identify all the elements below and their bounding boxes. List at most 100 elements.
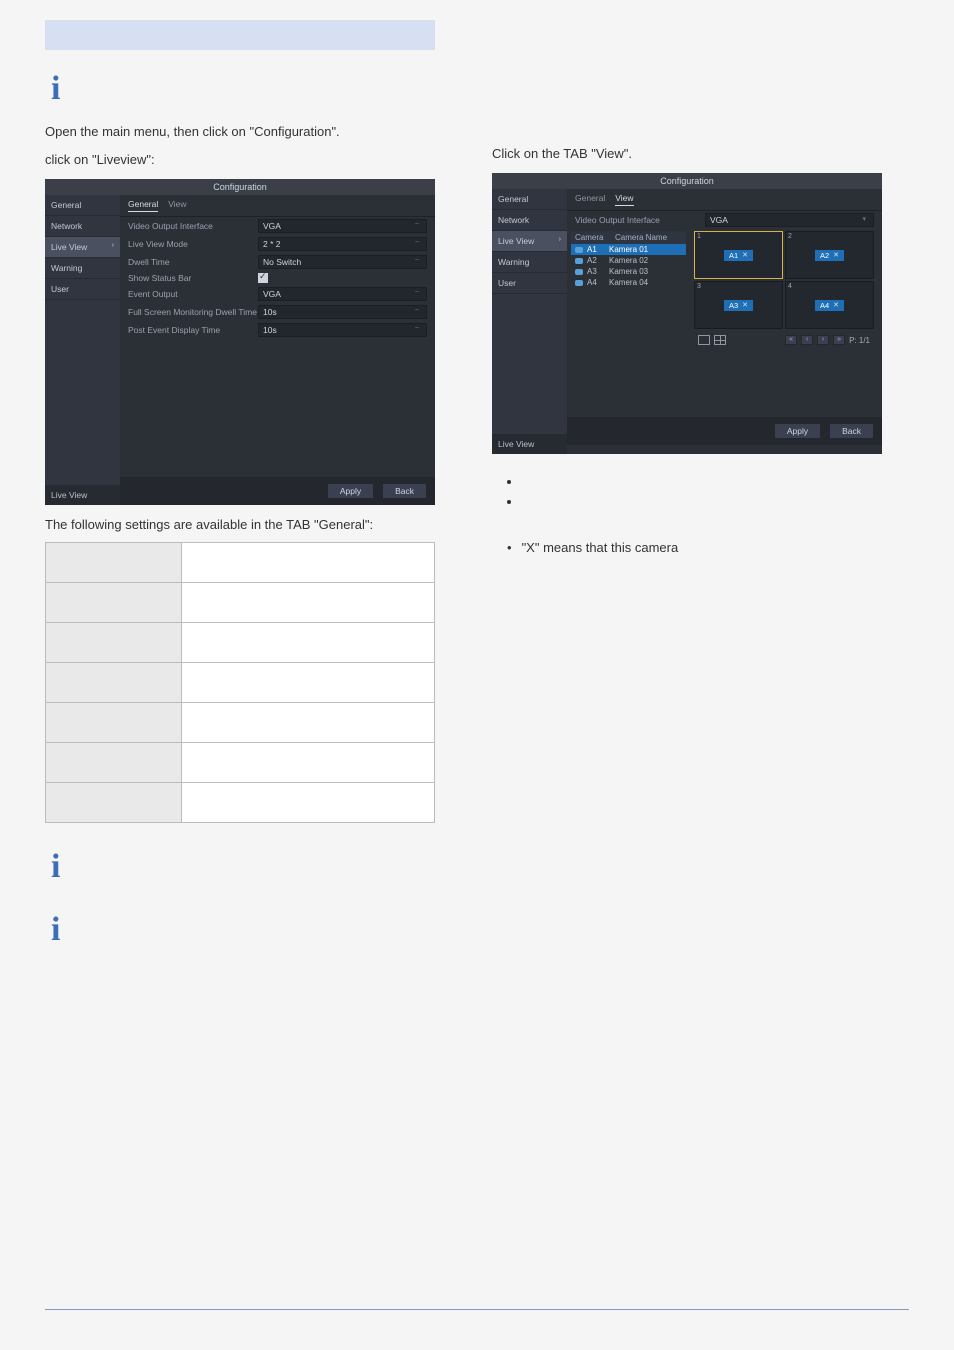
config-form-row: Live View Mode2 * 2~ xyxy=(120,235,435,253)
dropdown-icon: ~ xyxy=(415,325,422,332)
table-row xyxy=(46,663,435,703)
chevron-right-icon: › xyxy=(112,242,114,249)
dropdown-icon: ~ xyxy=(415,257,422,264)
cell-number: 4 xyxy=(788,283,792,290)
setting-desc-cell xyxy=(182,783,435,823)
sidebar-item-network[interactable]: Network xyxy=(492,210,567,231)
config-form-row: Full Screen Monitoring Dwell Time10s~ xyxy=(120,303,435,321)
cell-chip[interactable]: A2✕ xyxy=(815,250,844,261)
x-means-text: "X" means that this camera xyxy=(522,540,679,555)
config-form-value[interactable]: 10s~ xyxy=(258,305,427,319)
camera-name: Kamera 01 xyxy=(609,245,648,254)
config-form-label: Post Event Display Time xyxy=(128,325,258,335)
sidebar-item-label: Live View xyxy=(51,242,87,252)
dropdown-icon: ~ xyxy=(415,239,422,246)
apply-button[interactable]: Apply xyxy=(774,423,821,439)
dropdown-icon: ~ xyxy=(415,307,422,314)
apply-button[interactable]: Apply xyxy=(327,483,374,499)
bullet-list xyxy=(492,474,909,510)
sidebar-item-user[interactable]: User xyxy=(492,273,567,294)
following-text: The following settings are available in … xyxy=(45,517,462,532)
tab-general[interactable]: General xyxy=(128,199,158,212)
config-form-label: Video Output Interface xyxy=(128,221,258,231)
intro-line-2: click on "Liveview": xyxy=(45,151,462,169)
tab-view[interactable]: View xyxy=(615,193,633,206)
sidebar-item-general[interactable]: General xyxy=(492,189,567,210)
sidebar-item-warning[interactable]: Warning xyxy=(492,252,567,273)
configuration-panel-general: Configuration General Network Live View … xyxy=(45,179,435,505)
config-form-value[interactable]: 10s~ xyxy=(258,323,427,337)
voi-value: VGA xyxy=(710,215,728,225)
bullet-icon: • xyxy=(507,540,512,555)
grid-cell-1[interactable]: 1 A1✕ xyxy=(694,231,783,279)
sidebar-item-user[interactable]: User xyxy=(45,279,120,300)
camera-list: Camera Camera Name A1Kamera 01A2Kamera 0… xyxy=(571,231,686,345)
camera-list-item[interactable]: A4Kamera 04 xyxy=(571,277,686,288)
sidebar-bottom-label: Live View xyxy=(492,434,567,454)
config-form-value[interactable]: VGA~ xyxy=(258,219,427,233)
bullet-item xyxy=(522,494,909,510)
table-row xyxy=(46,703,435,743)
remove-icon[interactable]: ✕ xyxy=(833,301,839,309)
tab-view[interactable]: View xyxy=(168,199,186,212)
setting-desc-cell xyxy=(182,543,435,583)
setting-name-cell xyxy=(46,743,182,783)
page-last-icon[interactable]: » xyxy=(833,335,845,345)
remove-icon[interactable]: ✕ xyxy=(833,251,839,259)
grid-cell-2[interactable]: 2 A2✕ xyxy=(785,231,874,279)
config-form-label: Full Screen Monitoring Dwell Time xyxy=(128,307,258,317)
config-title: Configuration xyxy=(492,173,882,189)
table-row xyxy=(46,583,435,623)
camera-eye-icon xyxy=(575,280,583,286)
voi-label: Video Output Interface xyxy=(575,215,705,225)
config-form-row: Dwell TimeNo Switch~ xyxy=(120,253,435,271)
config-form-label: Live View Mode xyxy=(128,239,258,249)
grid-cell-3[interactable]: 3 A3✕ xyxy=(694,281,783,329)
sidebar-item-live-view[interactable]: Live View › xyxy=(492,231,567,252)
sidebar-item-network[interactable]: Network xyxy=(45,216,120,237)
checkbox-checked[interactable] xyxy=(258,273,268,283)
page-first-icon[interactable]: « xyxy=(785,335,797,345)
grid-cell-4[interactable]: 4 A4✕ xyxy=(785,281,874,329)
camera-list-item[interactable]: A2Kamera 02 xyxy=(571,255,686,266)
cell-number: 3 xyxy=(697,283,701,290)
config-form-value[interactable]: VGA~ xyxy=(258,287,427,301)
camera-list-item[interactable]: A1Kamera 01 xyxy=(571,244,686,255)
configuration-panel-view: Configuration General Network Live View … xyxy=(492,173,882,454)
camera-id: A1 xyxy=(587,245,609,254)
cam-head-name: Camera Name xyxy=(615,233,667,242)
setting-name-cell xyxy=(46,543,182,583)
dropdown-icon: ~ xyxy=(415,289,422,296)
cell-chip[interactable]: A1✕ xyxy=(724,250,753,261)
back-button[interactable]: Back xyxy=(829,423,874,439)
cell-number: 1 xyxy=(697,233,701,240)
config-form-value[interactable]: 2 * 2~ xyxy=(258,237,427,251)
section-band xyxy=(45,20,435,50)
cell-chip[interactable]: A4✕ xyxy=(815,300,844,311)
cell-chip[interactable]: A3✕ xyxy=(724,300,753,311)
camera-name: Kamera 03 xyxy=(609,267,648,276)
remove-icon[interactable]: ✕ xyxy=(742,301,748,309)
sidebar-item-warning[interactable]: Warning xyxy=(45,258,120,279)
sidebar-item-label: Live View xyxy=(498,236,534,246)
info-icon: i xyxy=(51,70,462,108)
voi-select[interactable]: VGA ▾ xyxy=(705,213,874,227)
config-form-row: Video Output InterfaceVGA~ xyxy=(120,217,435,235)
setting-desc-cell xyxy=(182,703,435,743)
settings-table xyxy=(45,542,435,823)
sidebar-bottom-label: Live View xyxy=(45,485,120,505)
page-next-icon[interactable]: › xyxy=(817,335,829,345)
sidebar-item-general[interactable]: General xyxy=(45,195,120,216)
config-sidebar: General Network Live View › Warning User… xyxy=(45,195,120,505)
layout-grid: 1 A1✕ 2 A2✕ 3 xyxy=(690,231,878,345)
camera-list-item[interactable]: A3Kamera 03 xyxy=(571,266,686,277)
page-prev-icon[interactable]: ‹ xyxy=(801,335,813,345)
setting-desc-cell xyxy=(182,743,435,783)
remove-icon[interactable]: ✕ xyxy=(742,251,748,259)
layout-1x1-icon[interactable] xyxy=(698,335,710,345)
sidebar-item-live-view[interactable]: Live View › xyxy=(45,237,120,258)
layout-2x2-icon[interactable] xyxy=(714,335,726,345)
back-button[interactable]: Back xyxy=(382,483,427,499)
tab-general[interactable]: General xyxy=(575,193,605,206)
config-form-value[interactable]: No Switch~ xyxy=(258,255,427,269)
